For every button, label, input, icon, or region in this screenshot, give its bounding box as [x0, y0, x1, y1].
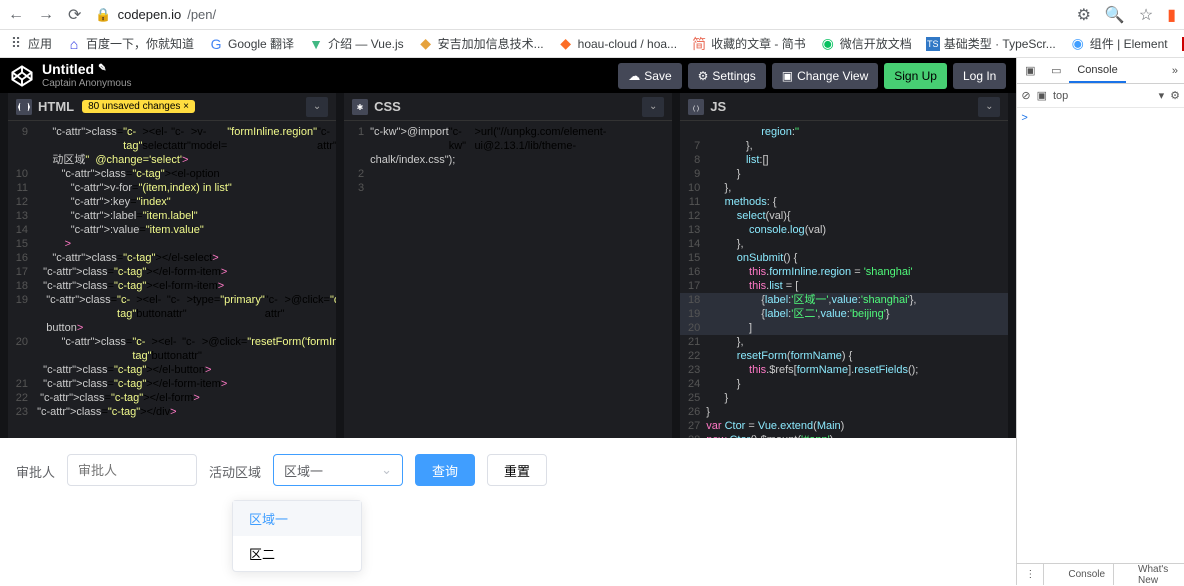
tab-console[interactable]: Console	[1069, 58, 1125, 83]
region-select[interactable]: 区域一 ⌄	[273, 454, 403, 486]
codepen-app: Untitled ✎ Captain Anonymous ☁Save ⚙Setti…	[0, 58, 1016, 585]
filter-icon[interactable]: ▣	[1037, 89, 1047, 102]
dropdown-item[interactable]: 区二	[233, 536, 361, 571]
chevron-down-icon[interactable]: ⌄	[642, 97, 664, 117]
back-icon[interactable]: ←	[8, 6, 24, 24]
extension-icon[interactable]: ▮	[1167, 5, 1176, 25]
forward-icon[interactable]: →	[38, 6, 54, 24]
chevron-down-icon: ⌄	[381, 462, 392, 478]
settings-button[interactable]: ⚙Settings	[688, 63, 766, 89]
js-icon: ( )	[688, 99, 704, 115]
cloud-icon: ☁	[628, 69, 640, 83]
change-view-button[interactable]: ▣Change View	[772, 63, 879, 89]
layout-icon: ▣	[782, 69, 793, 83]
pen-author: Captain Anonymous	[42, 78, 132, 90]
html-code-area[interactable]: 9 "c-attr">class="c-tag"><el-select "c-a…	[8, 121, 336, 438]
select-value: 区域一	[284, 461, 323, 480]
signup-button[interactable]: Sign Up	[884, 63, 947, 89]
codepen-header: Untitled ✎ Captain Anonymous ☁Save ⚙Setti…	[0, 58, 1016, 93]
region-label: 活动区域	[209, 454, 261, 481]
chevron-down-icon[interactable]: ⌄	[306, 97, 328, 117]
url-path: /pen/	[187, 7, 216, 22]
approver-input[interactable]	[67, 454, 197, 486]
js-editor: ( ) JS ⌄ region:''7 },8 list:[]9 }10 },1…	[680, 93, 1008, 438]
js-code-area[interactable]: region:''7 },8 list:[]9 }10 },11 methods…	[680, 121, 1008, 438]
bookmark-ts[interactable]: TS基础类型 · TypeScr...	[926, 35, 1056, 52]
bookmark-anquan[interactable]: ◆安吉加加信息技术...	[418, 35, 544, 52]
context-select[interactable]: top	[1053, 90, 1153, 102]
codepen-logo-icon	[10, 64, 34, 88]
footer-tab-whatsnew[interactable]: What's New	[1130, 564, 1184, 586]
reload-icon[interactable]: ⟳	[68, 5, 81, 25]
html-editor: HTML 80 unsaved changes × ⌄ 9 "c-attr">c…	[8, 93, 336, 438]
html-icon	[16, 99, 32, 115]
devtools-panel: ▣ ▭ Console » ⊘ ▣ top ▾ ⚙ > ⋮ Console Wh…	[1016, 58, 1184, 585]
translate-icon[interactable]: ⚙	[1077, 5, 1091, 25]
css-editor: ✱ CSS ⌄ 1"c-kw">@import "c-kw">url("//un…	[344, 93, 672, 438]
footer-tab-console[interactable]: Console	[1060, 569, 1113, 580]
lock-icon: 🔒	[95, 7, 111, 23]
clear-icon[interactable]: ⊘	[1021, 89, 1030, 102]
console-content[interactable]: >	[1017, 108, 1184, 563]
zoom-icon[interactable]: 🔍	[1105, 5, 1125, 25]
html-label: HTML	[38, 99, 74, 114]
console-prompt: >	[1021, 112, 1027, 124]
chevron-down-icon[interactable]: ⌄	[978, 97, 1000, 117]
bookmark-google[interactable]: GGoogle 翻译	[208, 35, 294, 52]
preview-pane: 审批人 活动区域 区域一 ⌄ 查询 重置 区域一 区二	[0, 438, 1016, 585]
svg-text:✱: ✱	[357, 103, 364, 112]
svg-text:( ): ( )	[693, 105, 699, 112]
dropdown-item[interactable]: 区域一	[233, 501, 361, 536]
url-domain: codepen.io	[118, 7, 182, 22]
css-icon: ✱	[352, 99, 368, 115]
login-button[interactable]: Log In	[953, 63, 1006, 89]
save-button[interactable]: ☁Save	[618, 63, 681, 89]
chevron-down-icon: ▾	[1159, 89, 1165, 102]
edit-icon[interactable]: ✎	[98, 63, 106, 75]
pen-title[interactable]: Untitled	[42, 61, 94, 78]
inspect-icon[interactable]: ▣	[1017, 64, 1043, 77]
bookmark-baidu[interactable]: ⌂百度一下，你就知道	[66, 35, 194, 52]
drawer-close-icon[interactable]: ⋮	[1017, 569, 1043, 580]
region-dropdown: 区域一 区二	[232, 500, 362, 572]
star-icon[interactable]: ☆	[1139, 5, 1153, 25]
gear-icon: ⚙	[698, 69, 709, 83]
url-bar[interactable]: 🔒 codepen.io/pen/	[95, 7, 216, 23]
unsaved-badge[interactable]: 80 unsaved changes ×	[82, 100, 195, 113]
bookmarks-bar: ⠿应用 ⌂百度一下，你就知道 GGoogle 翻译 ▼介绍 — Vue.js ◆…	[0, 30, 1184, 58]
reset-button[interactable]: 重置	[487, 454, 547, 486]
bookmark-weixin[interactable]: ◉微信开放文档	[820, 35, 912, 52]
query-button[interactable]: 查询	[415, 454, 475, 486]
js-label: JS	[710, 99, 726, 114]
approver-label: 审批人	[16, 454, 55, 481]
bookmark-shoucang[interactable]: 简收藏的文章 - 简书	[691, 35, 806, 52]
browser-navigation-bar: ← → ⟳ 🔒 codepen.io/pen/ ⚙ 🔍 ☆ ▮	[0, 0, 1184, 30]
css-code-area[interactable]: 1"c-kw">@import "c-kw">url("//unpkg.com/…	[344, 121, 672, 438]
bookmark-element[interactable]: ◉组件 | Element	[1070, 35, 1168, 52]
css-label: CSS	[374, 99, 401, 114]
tabs-more-icon[interactable]: »	[1166, 65, 1184, 77]
bookmark-vue[interactable]: ▼介绍 — Vue.js	[308, 35, 404, 52]
settings-icon[interactable]: ⚙	[1170, 89, 1180, 102]
bookmark-hoau[interactable]: ◆hoau-cloud / hoa...	[558, 36, 677, 52]
apps-button[interactable]: ⠿应用	[8, 35, 52, 52]
device-icon[interactable]: ▭	[1043, 64, 1069, 77]
